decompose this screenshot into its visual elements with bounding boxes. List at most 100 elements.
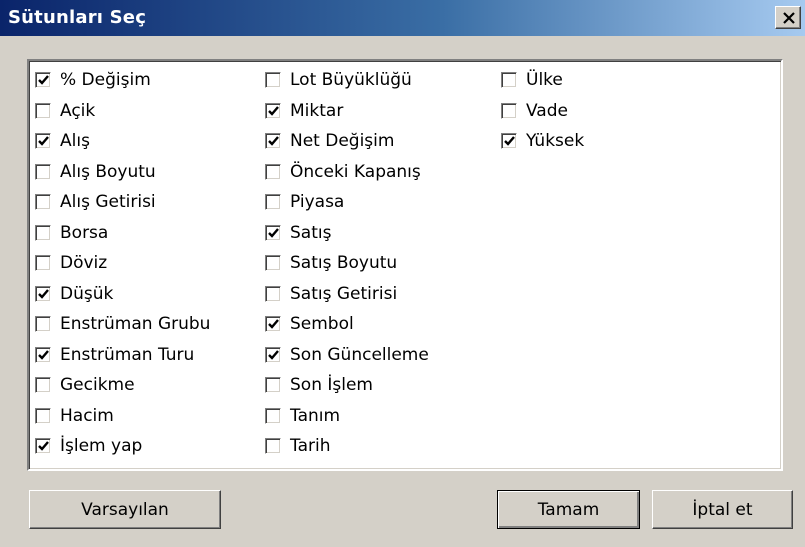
check-mark-icon xyxy=(268,105,279,116)
checkbox[interactable] xyxy=(501,72,517,89)
checkbox[interactable] xyxy=(265,72,281,89)
title-bar[interactable]: Sütunları Seç xyxy=(0,0,805,36)
checkbox[interactable] xyxy=(501,102,517,119)
ok-button[interactable]: Tamam xyxy=(497,490,640,529)
option-label: Alış Getirisi xyxy=(60,192,156,213)
column-group-3: Ülke Vade Yüksek xyxy=(501,65,584,157)
checkbox[interactable] xyxy=(35,72,51,89)
column-option[interactable]: Ülke xyxy=(501,65,584,96)
column-option[interactable]: % Değişim xyxy=(35,65,210,96)
checkbox[interactable] xyxy=(265,255,281,272)
column-option[interactable]: Alış Boyutu xyxy=(35,157,210,188)
option-label: Son İşlem xyxy=(290,375,373,396)
column-option[interactable]: Gecikme xyxy=(35,370,210,401)
column-option[interactable]: Yüksek xyxy=(501,126,584,157)
option-label: Alış Boyutu xyxy=(60,161,156,182)
check-mark-icon xyxy=(38,136,49,147)
column-option[interactable]: Lot Büyüklüğü xyxy=(265,65,429,96)
checkbox[interactable] xyxy=(35,407,51,424)
column-option[interactable]: Satış Getirisi xyxy=(265,279,429,310)
option-label: Alış xyxy=(60,131,90,152)
check-mark-icon xyxy=(268,349,279,360)
option-label: Sembol xyxy=(290,314,354,335)
checkbox[interactable] xyxy=(265,316,281,333)
checkbox[interactable] xyxy=(35,102,51,119)
column-option[interactable]: Önceki Kapanış xyxy=(265,157,429,188)
option-label: Satış Getirisi xyxy=(290,283,398,304)
checkbox[interactable] xyxy=(35,346,51,363)
column-option[interactable]: Döviz xyxy=(35,248,210,279)
column-list-panel: % Değişim Açik Alış Alış Boyutu Alış Getiris… xyxy=(27,59,783,471)
checkbox[interactable] xyxy=(265,133,281,150)
option-label: Önceki Kapanış xyxy=(290,161,421,182)
window-title: Sütunları Seç xyxy=(8,7,147,28)
checkbox[interactable] xyxy=(265,163,281,180)
option-label: Son Güncelleme xyxy=(290,344,429,365)
option-label: Hacim xyxy=(60,405,114,426)
column-option[interactable]: Açik xyxy=(35,96,210,127)
check-mark-icon xyxy=(504,136,515,147)
column-option[interactable]: Enstrüman Turu xyxy=(35,340,210,371)
column-option[interactable]: Tanım xyxy=(265,401,429,432)
option-label: % Değişim xyxy=(60,70,151,91)
column-option[interactable]: Sembol xyxy=(265,309,429,340)
checkbox[interactable] xyxy=(265,377,281,394)
option-label: Borsa xyxy=(60,222,109,243)
option-label: Net Değişim xyxy=(290,131,395,152)
checkbox[interactable] xyxy=(35,438,51,455)
checkbox[interactable] xyxy=(265,102,281,119)
option-label: Ülke xyxy=(526,70,563,91)
checkbox[interactable] xyxy=(265,346,281,363)
column-option[interactable]: Satış xyxy=(265,218,429,249)
cancel-button[interactable]: İptal et xyxy=(652,490,793,529)
checkbox[interactable] xyxy=(35,163,51,180)
check-mark-icon xyxy=(268,227,279,238)
option-label: Enstrüman Turu xyxy=(60,344,195,365)
option-label: Gecikme xyxy=(60,375,135,396)
column-option[interactable]: Hacim xyxy=(35,401,210,432)
option-label: Tarih xyxy=(290,436,331,457)
option-label: Vade xyxy=(526,100,568,121)
column-option[interactable]: Piyasa xyxy=(265,187,429,218)
checkbox[interactable] xyxy=(265,407,281,424)
column-option[interactable]: Alış xyxy=(35,126,210,157)
column-group-2: Lot Büyüklüğü Miktar Net Değişim Önceki Kap… xyxy=(265,65,429,462)
column-option[interactable]: Satış Boyutu xyxy=(265,248,429,279)
checkbox[interactable] xyxy=(35,224,51,241)
check-mark-icon xyxy=(268,136,279,147)
option-label: Satış xyxy=(290,222,332,243)
close-x-icon xyxy=(783,12,795,24)
default-button[interactable]: Varsayılan xyxy=(29,490,221,529)
checkbox[interactable] xyxy=(35,316,51,333)
checkbox[interactable] xyxy=(265,224,281,241)
checkbox[interactable] xyxy=(35,194,51,211)
checkbox[interactable] xyxy=(265,438,281,455)
option-label: Miktar xyxy=(290,100,344,121)
close-button[interactable] xyxy=(775,6,801,29)
check-mark-icon xyxy=(38,75,49,86)
column-option[interactable]: Net Değişim xyxy=(265,126,429,157)
column-option[interactable]: Enstrüman Grubu xyxy=(35,309,210,340)
column-option[interactable]: Son Güncelleme xyxy=(265,340,429,371)
checkbox[interactable] xyxy=(35,377,51,394)
checkbox[interactable] xyxy=(35,255,51,272)
column-option[interactable]: Son İşlem xyxy=(265,370,429,401)
checkbox[interactable] xyxy=(35,285,51,302)
check-mark-icon xyxy=(268,319,279,330)
checkbox[interactable] xyxy=(501,133,517,150)
column-option[interactable]: Miktar xyxy=(265,96,429,127)
column-option[interactable]: Tarih xyxy=(265,431,429,462)
column-option[interactable]: Düşük xyxy=(35,279,210,310)
checkbox[interactable] xyxy=(265,194,281,211)
column-option[interactable]: Borsa xyxy=(35,218,210,249)
option-label: Satış Boyutu xyxy=(290,253,398,274)
checkbox[interactable] xyxy=(35,133,51,150)
option-label: Tanım xyxy=(290,405,341,426)
option-label: Piyasa xyxy=(290,192,345,213)
checkbox[interactable] xyxy=(265,285,281,302)
column-option[interactable]: Vade xyxy=(501,96,584,127)
option-label: Düşük xyxy=(60,283,114,304)
option-label: Açik xyxy=(60,100,96,121)
column-option[interactable]: İşlem yap xyxy=(35,431,210,462)
column-option[interactable]: Alış Getirisi xyxy=(35,187,210,218)
